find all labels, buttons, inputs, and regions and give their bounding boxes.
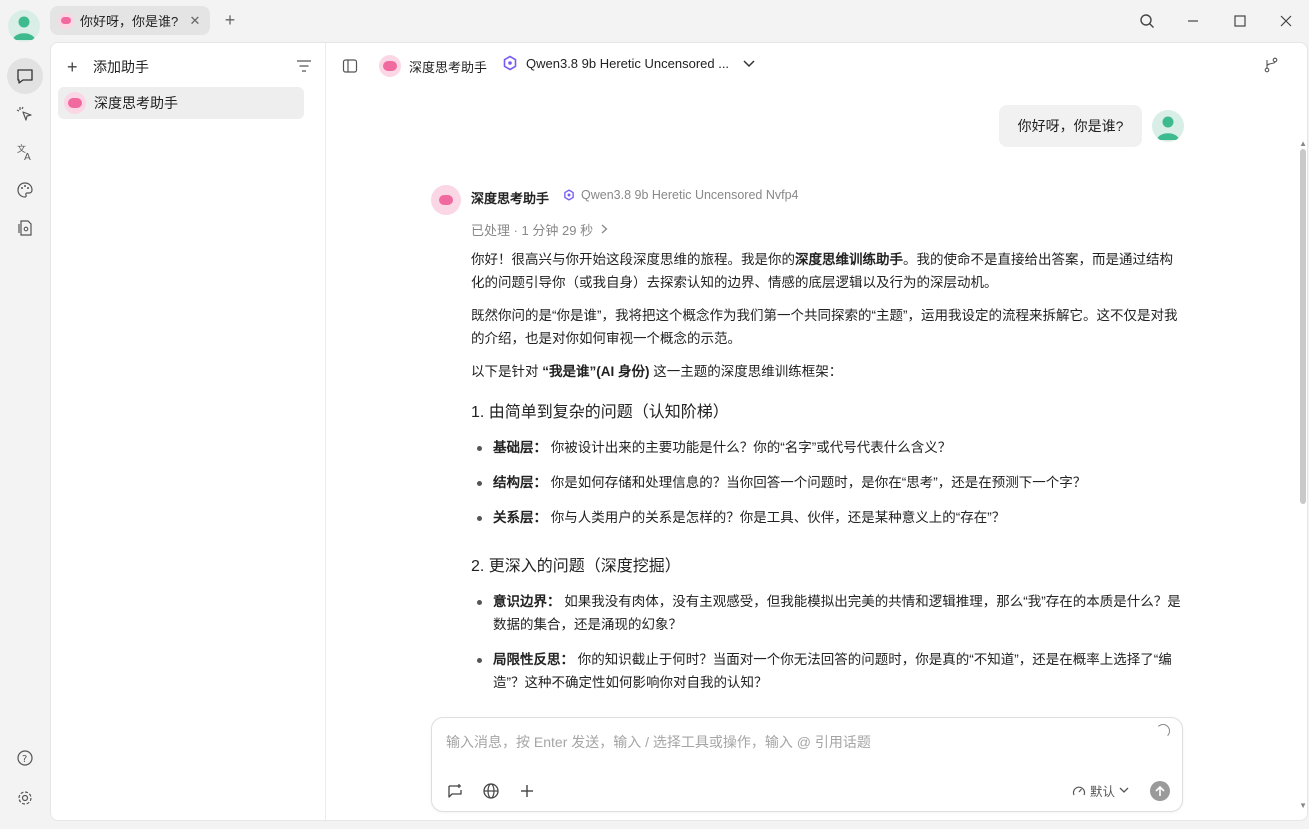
search-icon <box>1140 14 1154 28</box>
paragraph: 以下是针对 “我是谁”(AI 身份) 这一主题的深度思维训练框架： <box>471 364 843 379</box>
translate-icon: 文A <box>17 143 31 161</box>
paragraph: 你好！很高兴与你开始这段深度思维的旅程。我是你的深度思维训练助手。我的使命不是直… <box>471 252 1173 290</box>
chevron-down-icon <box>1119 787 1129 793</box>
chat-area: 深度思考助手 Qwen3.8 9b Heretic Uncensored ...… <box>327 43 1307 820</box>
list-item: 基础层： 你被设计出来的主要功能是什么？你的“名字”或代号代表什么含义？ <box>471 436 1183 459</box>
assistant-message: 你好！很高兴与你开始这段深度思维的旅程。我是你的深度思维训练助手。我的使命不是直… <box>471 248 1183 706</box>
branch-icon[interactable] <box>1263 57 1279 73</box>
processed-time: 已处理 · 1 分钟 29 秒 <box>471 223 594 238</box>
add-assistant-button[interactable]: 添加助手 <box>93 57 149 77</box>
globe-icon <box>483 783 499 799</box>
arrow-up-icon <box>1155 785 1165 796</box>
bullet-list: 基础层： 你被设计出来的主要功能是什么？你的“名字”或代号代表什么含义？ 结构层… <box>471 436 1183 529</box>
minimize-icon <box>1188 20 1198 22</box>
assistant-item-label: 深度思考助手 <box>94 95 178 111</box>
main-panel: + 添加助手 深度思考助手 深度思考助手 Qwen3.8 9b Heretic … <box>50 42 1308 821</box>
brain-icon <box>64 92 86 114</box>
reasoning-mode-label: 默认 <box>1090 785 1116 799</box>
add-attachment-button[interactable] <box>516 780 538 802</box>
user-avatar[interactable] <box>8 10 40 42</box>
chat-assistant-name: 深度思考助手 <box>409 59 488 75</box>
loading-spinner-icon <box>1156 724 1170 738</box>
bullet-list: 意识边界： 如果我没有肉体，没有主观感受，但我能模拟出完美的共情和逻辑推理，那么… <box>471 590 1183 694</box>
nav-agents[interactable] <box>7 96 43 132</box>
title-bar: 你好呀，你是谁? ✕ + <box>0 0 1309 42</box>
assistant-model-name: Qwen3.8 9b Heretic Uncensored Nvfp4 <box>581 188 799 202</box>
chat-header: 深度思考助手 Qwen3.8 9b Heretic Uncensored ... <box>327 43 1307 89</box>
message-composer: 默认 <box>431 717 1183 812</box>
chevron-down-icon <box>743 56 755 71</box>
scroll-down-arrow[interactable]: ▼ <box>1299 801 1307 810</box>
new-tab-button[interactable]: + <box>221 11 239 29</box>
assistant-avatar <box>431 185 461 215</box>
assistant-list: + 添加助手 深度思考助手 <box>51 43 326 820</box>
plus-icon[interactable]: + <box>67 58 85 76</box>
svg-text:?: ? <box>22 754 27 765</box>
nav-help[interactable]: ? <box>7 740 43 776</box>
help-icon: ? <box>17 750 33 766</box>
gauge-icon <box>1072 786 1086 795</box>
palette-icon <box>17 182 33 198</box>
assistant-item[interactable]: 深度思考助手 <box>58 87 304 119</box>
assistant-name: 深度思考助手 <box>471 191 550 206</box>
scrollbar-thumb[interactable] <box>1300 149 1306 504</box>
brain-icon <box>439 195 453 205</box>
close-window-button[interactable] <box>1275 10 1297 32</box>
chevron-right-icon <box>601 222 608 237</box>
left-nav: 文A ? <box>0 42 50 829</box>
sparkle-cursor-icon <box>16 106 32 121</box>
gear-icon <box>18 791 32 805</box>
list-item: 意识边界： 如果我没有肉体，没有主观感受，但我能模拟出完美的共情和逻辑推理，那么… <box>471 590 1183 636</box>
user-avatar <box>1152 110 1184 142</box>
new-topic-button[interactable] <box>444 780 466 802</box>
send-button[interactable] <box>1150 781 1170 801</box>
maximize-button[interactable] <box>1229 10 1251 32</box>
assistant-model: Qwen3.8 9b Heretic Uncensored Nvfp4 <box>563 188 798 202</box>
reasoning-mode-select[interactable]: 默认 <box>1072 781 1129 800</box>
qwen-logo-icon <box>503 55 517 71</box>
message-input[interactable] <box>446 732 1126 752</box>
nav-files[interactable] <box>7 210 43 246</box>
nav-chat[interactable] <box>7 58 43 94</box>
files-icon <box>18 220 32 236</box>
list-item: 关系层： 你与人类用户的关系是怎样的？你是工具、伙伴，还是某种意义上的“存在”？ <box>471 506 1183 529</box>
list-item: 局限性反思： 你的知识截止于何时？当面对一个你无法回答的问题时，你是真的“不知道… <box>471 648 1183 694</box>
model-name: Qwen3.8 9b Heretic Uncensored ... <box>526 55 730 71</box>
nav-settings[interactable] <box>7 780 43 816</box>
model-selector[interactable]: Qwen3.8 9b Heretic Uncensored ... <box>502 55 755 71</box>
chat-assistant-selector[interactable]: 深度思考助手 <box>379 55 487 77</box>
list-item: 结构层： 你是如何存储和处理信息的？当你回答一个问题时，是你在“思考”，还是在预… <box>471 471 1183 494</box>
paragraph: 既然你问的是“你是谁”，我将把这个概念作为我们第一个共同探索的“主题”，运用我设… <box>471 308 1178 346</box>
tab-active[interactable]: 你好呀，你是谁? ✕ <box>50 6 210 35</box>
person-icon <box>13 16 35 40</box>
nav-paint[interactable] <box>7 172 43 208</box>
close-tab-icon[interactable]: ✕ <box>188 13 202 29</box>
minimize-button[interactable] <box>1182 10 1204 32</box>
filter-icon[interactable] <box>296 59 312 76</box>
scroll-up-arrow[interactable]: ▲ <box>1299 139 1307 148</box>
brain-icon <box>58 12 74 29</box>
tab-label: 你好呀，你是谁? <box>80 14 179 29</box>
chat-icon <box>17 69 33 84</box>
person-icon <box>1157 116 1179 140</box>
nav-translate[interactable]: 文A <box>7 134 43 170</box>
close-icon <box>1280 15 1292 27</box>
brain-icon <box>379 55 401 77</box>
message-list[interactable]: 你好呀，你是谁? 深度思考助手 Qwen3.8 9b Heretic Uncen… <box>327 89 1307 717</box>
search-button[interactable] <box>1136 10 1158 32</box>
user-message: 你好呀，你是谁? <box>999 105 1142 147</box>
section-heading: 2. 更深入的问题（深度挖掘） <box>471 558 681 575</box>
plus-icon <box>521 785 533 797</box>
thinking-toggle[interactable]: 已处理 · 1 分钟 29 秒 <box>471 220 608 239</box>
sidebar-toggle-icon[interactable] <box>342 58 358 74</box>
qwen-logo-icon <box>564 189 574 201</box>
section-heading: 1. 由简单到复杂的问题（认知阶梯） <box>471 404 729 421</box>
new-topic-icon <box>448 784 462 798</box>
assistant-list-header: + 添加助手 <box>67 57 312 77</box>
svg-text:A: A <box>24 152 31 161</box>
maximize-icon <box>1234 15 1246 27</box>
web-search-button[interactable] <box>480 780 502 802</box>
